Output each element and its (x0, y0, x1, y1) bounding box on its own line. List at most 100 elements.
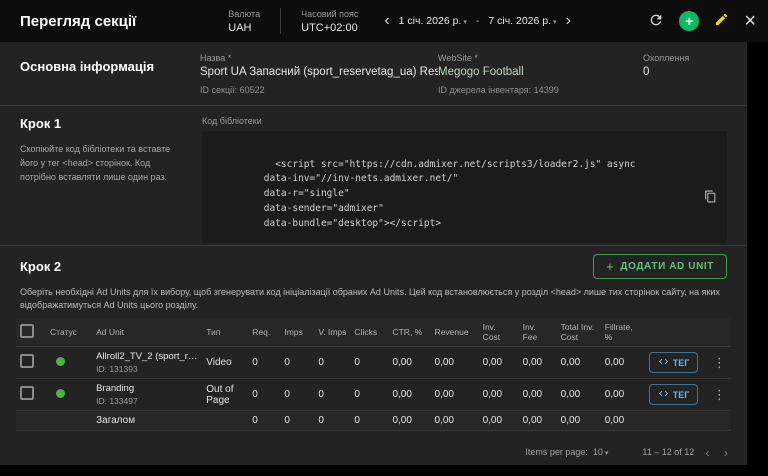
refresh-button[interactable] (648, 12, 664, 31)
basic-info-heading: Основна інформація (20, 53, 200, 105)
total-label: Загалом (92, 411, 202, 431)
col-header-type: Тип (202, 318, 248, 347)
pagination-range: 11 – 12 of 12 (642, 447, 694, 457)
add-ad-unit-button[interactable]: + ДОДАТИ AD UNIT (593, 254, 727, 279)
add-button[interactable]: + (679, 11, 699, 31)
name-field: Назва * Sport UA Запасний (sport_reserve… (200, 53, 438, 105)
cell-clicks: 0 (350, 347, 388, 379)
cell-ctr: 0,00 (388, 379, 430, 411)
topbar: Перегляд секції Валюта UAH Часовий пояс … (0, 0, 768, 42)
prev-page-button[interactable]: ‹ (702, 445, 712, 460)
refresh-icon (648, 12, 664, 31)
currency-label: Валюта (228, 9, 260, 19)
date-range-control: ‹ 1 січ. 2026 р.▾ - 7 січ. 2026 р.▾ › (382, 13, 573, 29)
items-per-page-select[interactable]: 10▾ (593, 447, 609, 457)
date-separator: - (476, 15, 480, 27)
page-title: Перегляд секції (20, 13, 136, 30)
items-per-page-label: Items per page: (525, 447, 588, 457)
timezone-value: UTC+02:00 (301, 22, 358, 34)
prev-period-button[interactable]: ‹ (382, 13, 391, 29)
reach-label: Охоплення (643, 53, 689, 63)
cell-revenue: 0,00 (431, 379, 479, 411)
currency-value: UAH (228, 22, 260, 34)
step2-heading: Крок 2 (20, 259, 61, 274)
edit-button[interactable] (714, 12, 729, 30)
ad-unit-name: Branding (96, 383, 198, 394)
cell-v-imps: 0 (314, 379, 350, 411)
cell-inv-fee: 0,00 (519, 347, 557, 379)
select-row-checkbox[interactable] (20, 354, 34, 368)
inventory-source-id: ID джерела інвентаря: 14399 (438, 85, 643, 95)
cell-total-inv-cost: 0,00 (557, 347, 601, 379)
status-dot (56, 357, 65, 366)
cell-fillrate: 0,00 (601, 379, 645, 411)
row-menu-button[interactable]: ⋮ (709, 355, 730, 370)
cell-req: 0 (248, 379, 280, 411)
cell-inv-fee: 0,00 (519, 379, 557, 411)
select-all-checkbox[interactable] (20, 324, 34, 338)
tag-button[interactable]: ТЕГ (649, 352, 699, 373)
cell-inv-cost: 0,00 (479, 347, 519, 379)
copy-icon (652, 191, 717, 221)
col-header-ctr: CTR, % (388, 318, 430, 347)
divider (280, 8, 281, 34)
date-to-dropdown[interactable]: 7 січ. 2026 р.▾ (488, 15, 556, 27)
currency-block: Валюта UAH (228, 9, 260, 34)
total-row: Загалом 0 0 0 0 0,00 0,00 0,00 0,00 0,00… (16, 411, 731, 431)
select-row-checkbox[interactable] (20, 386, 34, 400)
code-icon (658, 356, 669, 369)
name-label: Назва * (200, 53, 438, 63)
chevron-down-icon: ▾ (553, 19, 557, 26)
name-value: Sport UA Запасний (sport_reservetag_ua) … (200, 66, 438, 78)
website-field: WebSite * Megogo Football ID джерела інв… (438, 53, 643, 105)
col-header-inv-fee: Inv. Fee (519, 318, 557, 347)
pagination-footer: Items per page: 10▾ 11 – 12 of 12 ‹ › (0, 439, 747, 465)
copy-code-button[interactable] (652, 160, 717, 236)
step1-section: Крок 1 Скопіюйте код бібліотеки та встав… (0, 106, 747, 246)
date-from-dropdown[interactable]: 1 січ. 2026 р.▾ (399, 15, 467, 27)
cell-imps: 0 (280, 379, 314, 411)
section-view-panel: Основна інформація Назва * Sport UA Запа… (0, 42, 747, 465)
cell-total-inv-cost: 0,00 (557, 379, 601, 411)
tag-button[interactable]: ТЕГ (649, 384, 699, 405)
total-clicks: 0 (350, 411, 388, 431)
section-id: ID секції: 60522 (200, 85, 438, 95)
close-icon: × (744, 11, 756, 31)
ad-units-table: Статус Ad Unit Тип Req. Imps V. Imps Cli… (16, 318, 731, 431)
ad-unit-id: ID: 133497 (96, 396, 198, 406)
cell-imps: 0 (280, 347, 314, 379)
col-header-ad-unit: Ad Unit (92, 318, 202, 347)
total-ctr: 0,00 (388, 411, 430, 431)
code-label: Код бібліотеки (202, 116, 727, 126)
pencil-icon (714, 12, 729, 30)
step2-description: Оберіть необхідні Ad Units для їх вибору… (16, 286, 731, 312)
total-imps: 0 (280, 411, 314, 431)
step2-section: Крок 2 + ДОДАТИ AD UNIT Оберіть необхідн… (0, 246, 747, 439)
next-period-button[interactable]: › (564, 13, 573, 29)
next-page-button[interactable]: › (721, 445, 731, 460)
step1-description: Скопіюйте код бібліотеки та вставте його… (20, 143, 186, 185)
table-row: Branding ID: 133497 Out of Page 0 0 0 0 … (16, 379, 731, 411)
cell-v-imps: 0 (314, 347, 350, 379)
plus-icon: + (606, 260, 614, 273)
code-icon (658, 388, 669, 401)
cell-type: Out of Page (202, 379, 248, 411)
col-header-inv-cost: Inv. Cost (479, 318, 519, 347)
topbar-meta: Валюта UAH Часовий пояс UTC+02:00 (228, 8, 358, 34)
ad-unit-name: Allroll2_TV_2 (sport_reservet... (96, 351, 198, 362)
website-value: Megogo Football (438, 66, 643, 78)
total-req: 0 (248, 411, 280, 431)
library-code-block: <script src="https://cdn.admixer.net/scr… (202, 131, 727, 243)
close-button[interactable]: × (744, 11, 756, 31)
table-header-row: Статус Ad Unit Тип Req. Imps V. Imps Cli… (16, 318, 731, 347)
row-menu-button[interactable]: ⋮ (709, 387, 730, 402)
timezone-block: Часовий пояс UTC+02:00 (301, 9, 358, 34)
library-code: <script src="https://cdn.admixer.net/scr… (218, 159, 636, 229)
total-revenue: 0,00 (431, 411, 479, 431)
status-dot (56, 389, 65, 398)
col-header-total-inv-cost: Total Inv. Cost (557, 318, 601, 347)
ad-unit-id: ID: 131393 (96, 364, 198, 374)
total-fillrate: 0,00 (601, 411, 645, 431)
col-header-clicks: Clicks (350, 318, 388, 347)
col-header-v-imps: V. Imps (314, 318, 350, 347)
